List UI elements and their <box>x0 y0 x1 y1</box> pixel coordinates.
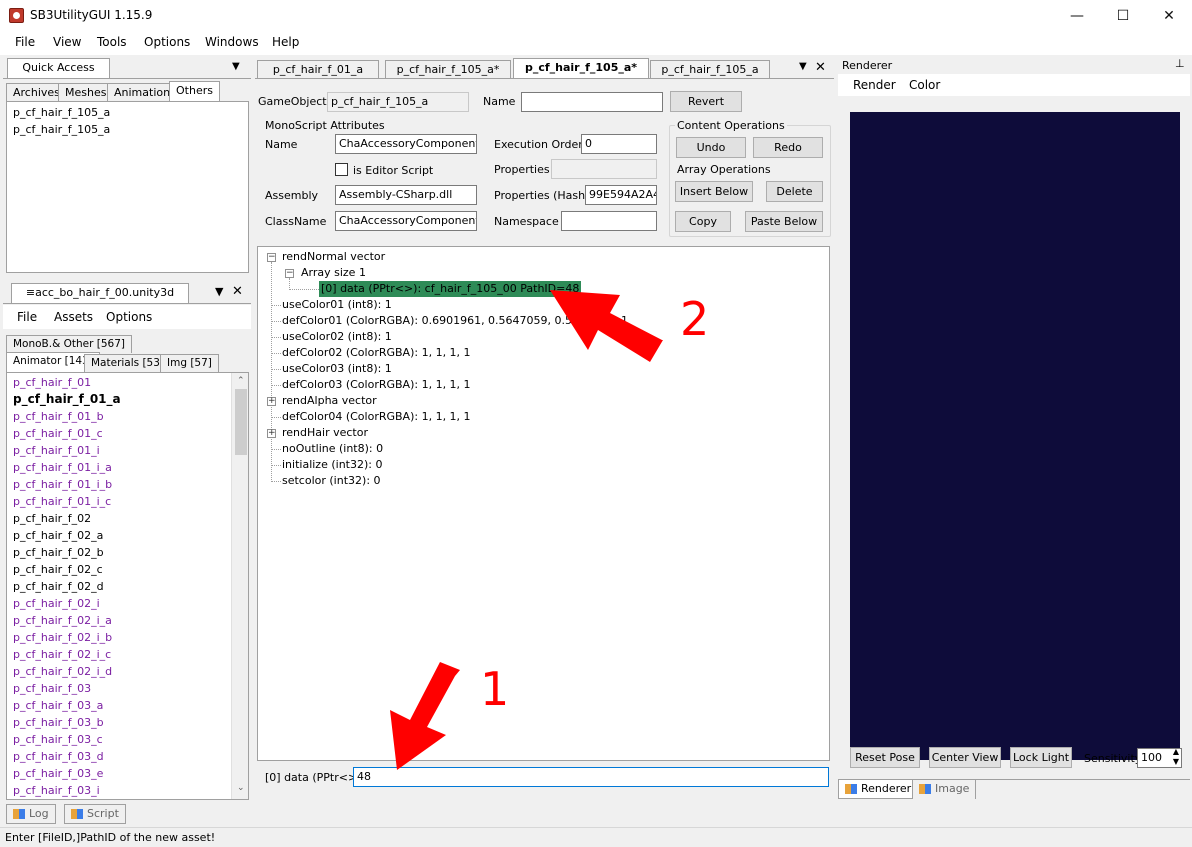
annotation-label-2: 2 <box>680 292 710 346</box>
annotation-label-1: 1 <box>480 662 510 716</box>
annotation-arrow-1 <box>390 662 460 770</box>
annotation-arrow-2 <box>550 290 663 362</box>
annotation-overlay <box>390 290 663 770</box>
